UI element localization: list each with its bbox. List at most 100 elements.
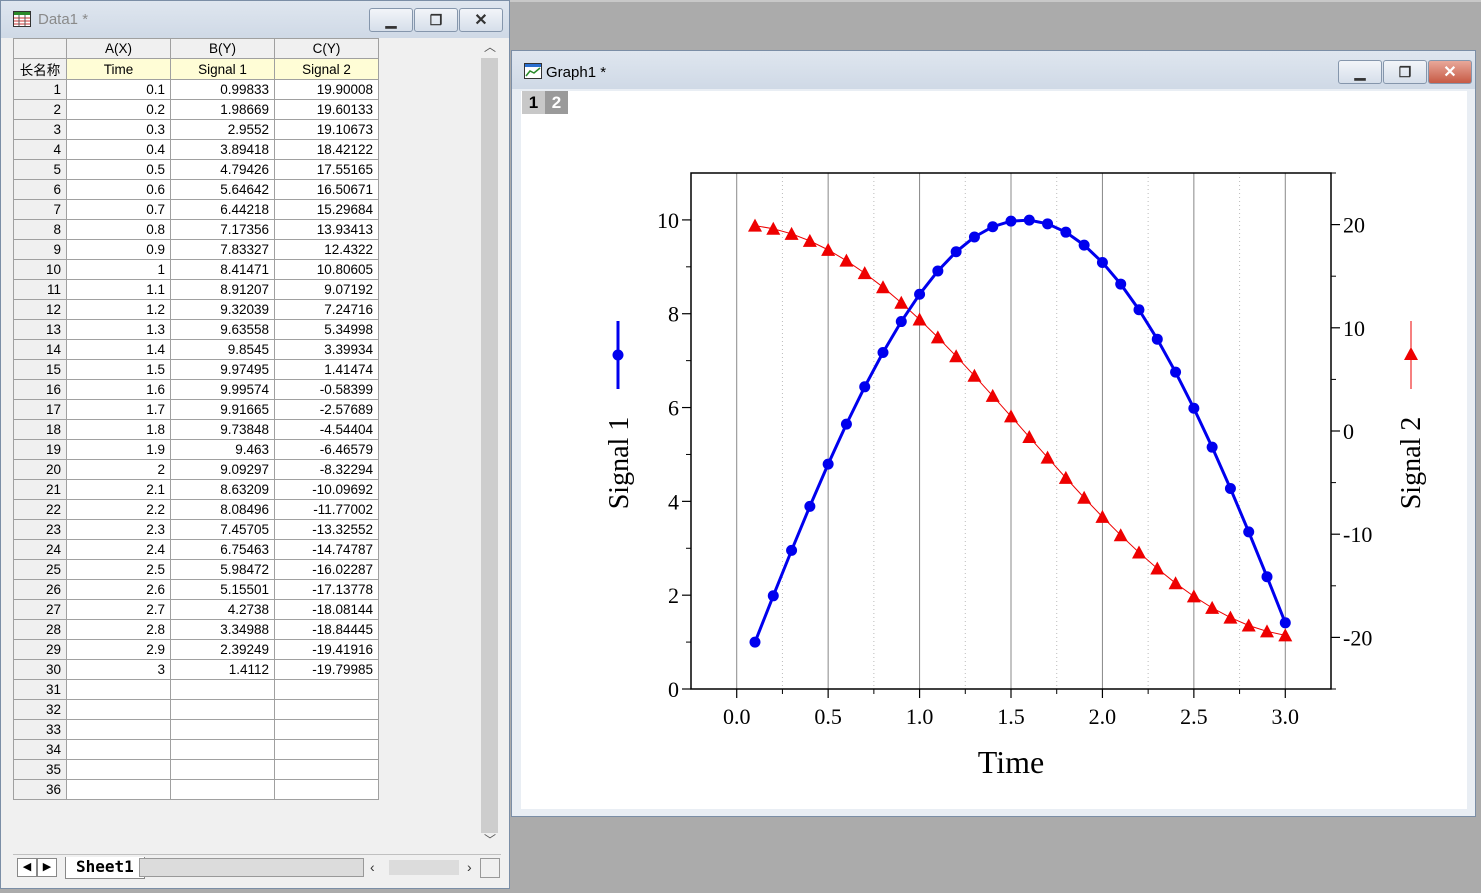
table-cell[interactable]: 8.91207 [170, 279, 275, 300]
row-header[interactable]: 2 [13, 99, 67, 120]
row-header[interactable]: 4 [13, 139, 67, 160]
row-header[interactable]: 23 [13, 519, 67, 540]
table-cell[interactable]: -17.13778 [274, 579, 379, 600]
row-header[interactable]: 9 [13, 239, 67, 260]
worksheet-grid[interactable]: A(X) B(Y) C(Y) 长名称 Time Signal 1 Signal … [13, 38, 478, 852]
row-header[interactable]: 7 [13, 199, 67, 220]
row-header[interactable]: 24 [13, 539, 67, 560]
table-cell[interactable]: 0.99833 [170, 79, 275, 100]
row-header[interactable]: 17 [13, 399, 67, 420]
table-cell[interactable]: 0.8 [66, 219, 171, 240]
table-cell[interactable]: 5.64642 [170, 179, 275, 200]
row-header[interactable]: 15 [13, 359, 67, 380]
row-header[interactable]: 33 [13, 719, 67, 740]
row-header[interactable]: 34 [13, 739, 67, 760]
long-name-cell-b[interactable]: Signal 1 [170, 58, 275, 80]
table-cell[interactable]: 1.6 [66, 379, 171, 400]
table-cell[interactable]: 1.3 [66, 319, 171, 340]
scroll-right-icon[interactable]: › [467, 859, 472, 875]
row-header[interactable]: 27 [13, 599, 67, 620]
corner-cell[interactable] [13, 38, 67, 59]
table-cell[interactable]: -19.41916 [274, 639, 379, 660]
table-cell[interactable] [274, 759, 379, 780]
table-cell[interactable]: 13.93413 [274, 219, 379, 240]
table-cell[interactable]: 0.1 [66, 79, 171, 100]
table-cell[interactable] [274, 679, 379, 700]
row-header[interactable]: 3 [13, 119, 67, 140]
row-header[interactable]: 1 [13, 79, 67, 100]
table-cell[interactable]: -11.77002 [274, 499, 379, 520]
long-name-cell-c[interactable]: Signal 2 [274, 58, 379, 80]
tab-scroll-area[interactable] [139, 858, 364, 877]
table-cell[interactable]: 1.4112 [170, 659, 275, 680]
table-cell[interactable]: 2.9552 [170, 119, 275, 140]
table-cell[interactable]: 18.42122 [274, 139, 379, 160]
table-cell[interactable]: 1.98669 [170, 99, 275, 120]
table-cell[interactable]: -19.79985 [274, 659, 379, 680]
table-cell[interactable] [66, 759, 171, 780]
table-cell[interactable]: 2.4 [66, 539, 171, 560]
row-header[interactable]: 21 [13, 479, 67, 500]
table-cell[interactable]: 2.7 [66, 599, 171, 620]
table-cell[interactable]: 2.5 [66, 559, 171, 580]
row-header[interactable]: 25 [13, 559, 67, 580]
table-cell[interactable]: 9.8545 [170, 339, 275, 360]
table-cell[interactable]: 7.45705 [170, 519, 275, 540]
row-header[interactable]: 19 [13, 439, 67, 460]
table-cell[interactable]: 5.34998 [274, 319, 379, 340]
table-cell[interactable]: -0.58399 [274, 379, 379, 400]
table-cell[interactable]: -18.08144 [274, 599, 379, 620]
table-cell[interactable]: 0.5 [66, 159, 171, 180]
table-cell[interactable] [66, 719, 171, 740]
workbook-title-bar[interactable]: Data1 * ▁ ❐ ✕ [1, 1, 509, 38]
table-cell[interactable]: 0.4 [66, 139, 171, 160]
table-cell[interactable]: -13.32552 [274, 519, 379, 540]
minimize-button[interactable]: ▁ [369, 8, 413, 32]
table-cell[interactable] [66, 679, 171, 700]
row-header[interactable]: 22 [13, 499, 67, 520]
row-header[interactable]: 30 [13, 659, 67, 680]
graph-restore-button[interactable]: ❐ [1383, 60, 1427, 84]
table-cell[interactable] [274, 719, 379, 740]
chart-svg[interactable]: 0.0 0.5 1.0 1.5 2.0 2.5 3.00246810-20-1001020 … [521, 91, 1467, 809]
table-cell[interactable]: 15.29684 [274, 199, 379, 220]
table-cell[interactable]: 6.75463 [170, 539, 275, 560]
graph-title-bar[interactable]: Graph1 * ▁ ❐ ✕ [512, 51, 1475, 89]
table-cell[interactable] [66, 699, 171, 720]
row-header[interactable]: 13 [13, 319, 67, 340]
restore-button[interactable]: ❐ [414, 8, 458, 32]
table-cell[interactable]: 1.8 [66, 419, 171, 440]
table-cell[interactable]: 9.07192 [274, 279, 379, 300]
table-cell[interactable]: -8.32294 [274, 459, 379, 480]
graph-close-button[interactable]: ✕ [1428, 60, 1472, 84]
table-cell[interactable]: 2.9 [66, 639, 171, 660]
table-cell[interactable]: 2.1 [66, 479, 171, 500]
table-cell[interactable]: 7.17356 [170, 219, 275, 240]
long-name-label[interactable]: 长名称 [13, 58, 67, 80]
table-cell[interactable]: 1.1 [66, 279, 171, 300]
close-button[interactable]: ✕ [459, 8, 503, 32]
row-header[interactable]: 20 [13, 459, 67, 480]
table-cell[interactable]: 1.4 [66, 339, 171, 360]
table-cell[interactable]: 8.08496 [170, 499, 275, 520]
table-cell[interactable] [66, 779, 171, 800]
table-cell[interactable]: 9.32039 [170, 299, 275, 320]
table-cell[interactable]: 16.50671 [274, 179, 379, 200]
row-header[interactable]: 10 [13, 259, 67, 280]
table-cell[interactable]: 0.7 [66, 199, 171, 220]
row-header[interactable]: 29 [13, 639, 67, 660]
table-cell[interactable] [274, 699, 379, 720]
table-cell[interactable]: 19.60133 [274, 99, 379, 120]
table-cell[interactable]: 10.80605 [274, 259, 379, 280]
table-cell[interactable]: 9.463 [170, 439, 275, 460]
column-header-b[interactable]: B(Y) [170, 38, 275, 59]
table-cell[interactable]: 2.3 [66, 519, 171, 540]
table-cell[interactable] [170, 759, 275, 780]
table-cell[interactable]: 9.09297 [170, 459, 275, 480]
table-cell[interactable]: 0.2 [66, 99, 171, 120]
table-cell[interactable]: 1.7 [66, 399, 171, 420]
table-cell[interactable]: 1 [66, 259, 171, 280]
table-cell[interactable]: 2 [66, 459, 171, 480]
table-cell[interactable]: 5.15501 [170, 579, 275, 600]
table-cell[interactable]: 1.2 [66, 299, 171, 320]
